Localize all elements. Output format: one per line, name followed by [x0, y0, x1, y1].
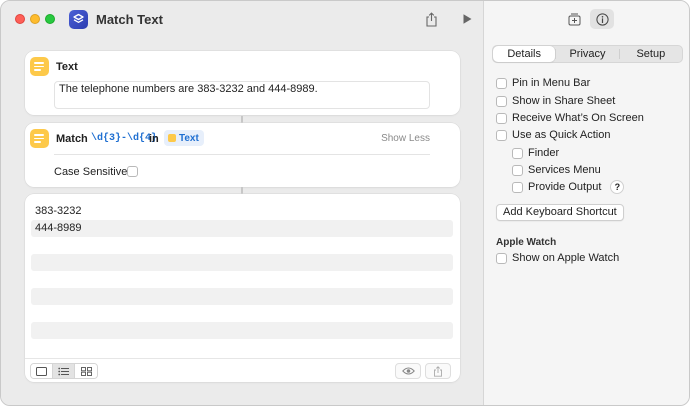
inspector-pane: Details Privacy Setup Pin in Menu Bar Sh…: [483, 1, 689, 405]
provide-output-label: Provide Output: [528, 181, 602, 193]
show-less-button[interactable]: Show Less: [381, 133, 430, 144]
apple-watch-label: Show on Apple Watch: [512, 252, 620, 264]
list-view-icon[interactable]: [53, 364, 75, 378]
results-card: 383-3232 444-8989: [25, 194, 460, 382]
match-action-icon: [30, 129, 49, 148]
results-toolbar: [25, 358, 460, 382]
share-result-icon[interactable]: [425, 363, 451, 379]
text-action-title: Text: [56, 61, 78, 73]
info-icon[interactable]: [590, 9, 614, 29]
input-variable-label: Text: [179, 132, 199, 144]
pin-menu-bar-option[interactable]: Pin in Menu Bar: [496, 77, 590, 89]
results-list: 383-3232 444-8989: [31, 203, 453, 339]
zoom-window-button[interactable]: [45, 14, 55, 24]
editor-pane: Match Text Text The telephone numbers ar…: [1, 1, 483, 405]
share-sheet-option[interactable]: Show in Share Sheet: [496, 95, 615, 107]
services-menu-option[interactable]: Services Menu: [512, 164, 601, 176]
tab-details[interactable]: Details: [493, 46, 556, 62]
finder-checkbox[interactable]: [512, 147, 523, 159]
result-row[interactable]: 444-8989: [31, 220, 453, 237]
inspector-tabs: Details Privacy Setup: [492, 45, 683, 63]
shortcut-editor-window: Match Text Text The telephone numbers ar…: [0, 0, 690, 406]
view-mode-segmented-control[interactable]: [30, 363, 98, 379]
apple-watch-option[interactable]: Show on Apple Watch: [496, 252, 619, 264]
receive-screen-label: Receive What’s On Screen: [512, 112, 644, 124]
finder-option[interactable]: Finder: [512, 147, 559, 159]
title-bar: Match Text: [1, 1, 483, 39]
provide-output-option[interactable]: Provide Output ?: [512, 180, 625, 194]
result-row: [31, 305, 453, 322]
text-action-field[interactable]: The telephone numbers are 383-3232 and 4…: [54, 81, 430, 109]
receive-screen-checkbox[interactable]: [496, 112, 507, 124]
text-variable-icon: [168, 134, 176, 142]
receive-screen-option[interactable]: Receive What’s On Screen: [496, 112, 644, 124]
help-button[interactable]: ?: [610, 180, 625, 194]
tab-setup[interactable]: Setup: [620, 46, 682, 62]
shortcuts-layers-icon[interactable]: [69, 10, 88, 29]
share-sheet-label: Show in Share Sheet: [512, 95, 616, 107]
services-menu-checkbox[interactable]: [512, 164, 523, 176]
apple-watch-heading: Apple Watch: [496, 237, 557, 248]
minimize-window-button[interactable]: [30, 14, 40, 24]
add-keyboard-shortcut-button[interactable]: Add Keyboard Shortcut: [496, 204, 624, 221]
regex-pattern-field[interactable]: \d{3}-\d{4}: [91, 133, 157, 144]
single-view-icon[interactable]: [31, 364, 53, 378]
text-action-icon: [30, 57, 49, 76]
result-row[interactable]: 383-3232: [31, 203, 453, 220]
finder-label: Finder: [528, 147, 560, 159]
pin-menu-bar-label: Pin in Menu Bar: [512, 77, 591, 89]
share-sheet-checkbox[interactable]: [496, 95, 507, 107]
quick-action-checkbox[interactable]: [496, 129, 507, 141]
result-row: [31, 271, 453, 288]
match-divider: [54, 154, 430, 155]
case-sensitive-label: Case Sensitive:: [54, 166, 131, 178]
apple-watch-checkbox[interactable]: [496, 252, 507, 264]
result-row: [31, 288, 453, 305]
case-sensitive-checkbox[interactable]: [127, 166, 138, 177]
eye-icon[interactable]: [395, 363, 421, 379]
provide-output-checkbox[interactable]: [512, 181, 523, 193]
match-action-card[interactable]: Match \d{3}-\d{4} in Text Show Less Case…: [25, 123, 460, 187]
share-icon[interactable]: [423, 11, 439, 27]
quick-action-label: Use as Quick Action: [512, 129, 611, 141]
result-row: [31, 237, 453, 254]
in-label: in: [149, 133, 159, 145]
text-action-card[interactable]: Text The telephone numbers are 383-3232 …: [25, 51, 460, 115]
play-icon[interactable]: [459, 11, 475, 27]
pin-menu-bar-checkbox[interactable]: [496, 77, 507, 89]
match-action-title: Match: [56, 133, 88, 145]
add-to-dock-icon[interactable]: [562, 9, 586, 29]
result-row: [31, 254, 453, 271]
grid-view-icon[interactable]: [75, 364, 97, 378]
window-title[interactable]: Match Text: [96, 12, 163, 27]
tab-privacy[interactable]: Privacy: [556, 46, 618, 62]
result-row: [31, 322, 453, 339]
services-menu-label: Services Menu: [528, 164, 601, 176]
input-variable-token[interactable]: Text: [164, 130, 204, 146]
close-window-button[interactable]: [15, 14, 25, 24]
quick-action-option[interactable]: Use as Quick Action: [496, 129, 610, 141]
